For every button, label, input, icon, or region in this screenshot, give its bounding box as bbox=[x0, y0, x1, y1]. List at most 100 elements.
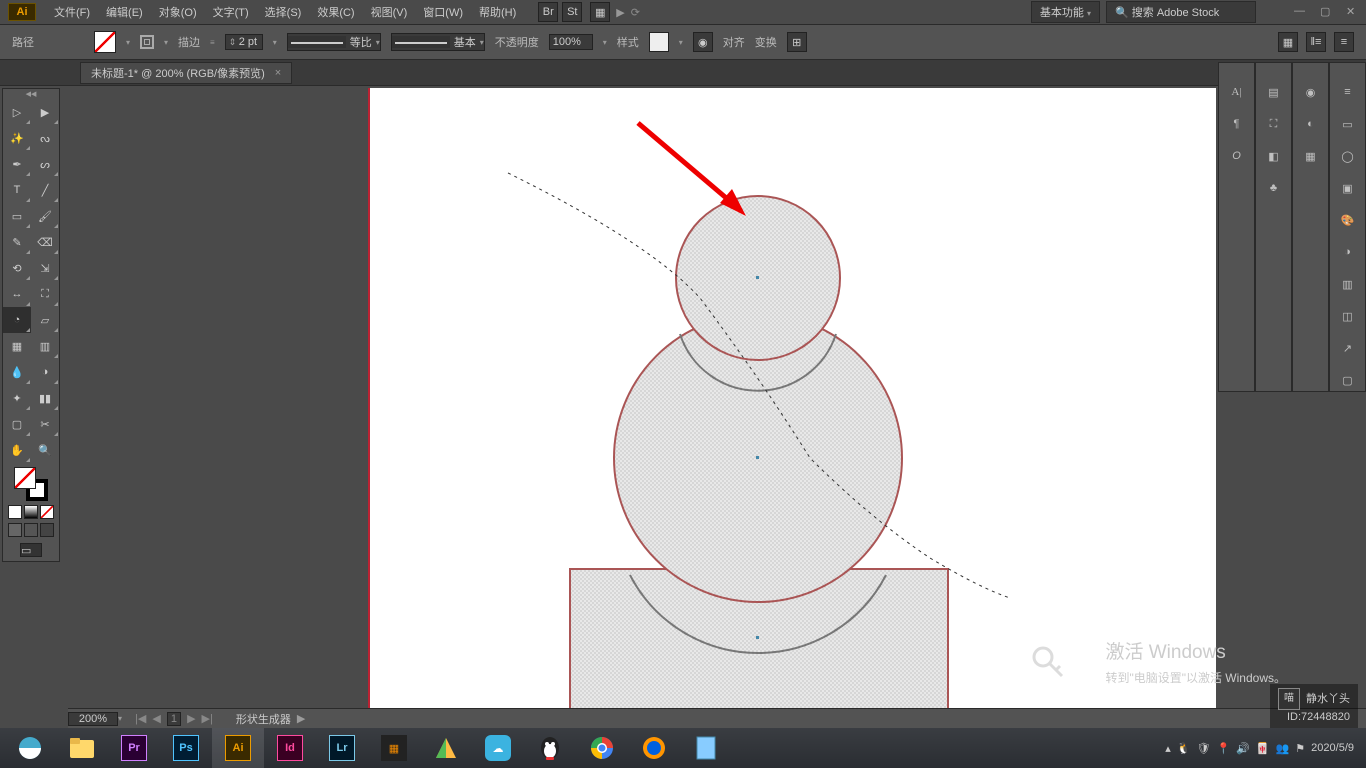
artboard-tool[interactable]: ▢ bbox=[3, 411, 31, 437]
tray-shield-icon[interactable]: 🛡 bbox=[1197, 742, 1211, 755]
tray-date[interactable]: 2020/5/9 bbox=[1311, 742, 1354, 754]
stroke-menu-chevron[interactable]: ≡ bbox=[210, 38, 215, 47]
transparency-panel-icon[interactable]: ◫ bbox=[1337, 305, 1359, 327]
hand-tool[interactable]: ✋ bbox=[3, 437, 31, 463]
taskbar-media[interactable]: ▦ bbox=[368, 728, 420, 768]
tray-pin-icon[interactable]: 📍 bbox=[1216, 742, 1230, 755]
taskbar-photoshop[interactable]: Ps bbox=[160, 728, 212, 768]
align-link[interactable]: 对齐 bbox=[723, 34, 745, 50]
color-panel-icon[interactable]: 🎨 bbox=[1337, 209, 1359, 231]
align-panel-icon[interactable]: ‖≡ bbox=[1306, 32, 1326, 52]
grid-icon[interactable]: ▦ bbox=[1278, 32, 1298, 52]
menu-view[interactable]: 视图(V) bbox=[363, 0, 416, 24]
stroke-panel-icon[interactable]: ◑ bbox=[1337, 241, 1359, 263]
taskbar-indesign[interactable]: Id bbox=[264, 728, 316, 768]
menu-file[interactable]: 文件(F) bbox=[46, 0, 98, 24]
stock-search[interactable]: 🔍 搜索 Adobe Stock bbox=[1106, 1, 1256, 23]
taskbar-notes[interactable] bbox=[680, 728, 732, 768]
artboards-panel-icon[interactable]: ▢ bbox=[1337, 369, 1359, 391]
screen-mode[interactable]: ▭ bbox=[20, 543, 42, 557]
align-panel-icon2[interactable]: ▤ bbox=[1263, 81, 1285, 103]
workspace-switcher[interactable]: 基本功能 ▾ bbox=[1031, 1, 1100, 23]
isolate-icon[interactable]: ⊞ bbox=[787, 32, 807, 52]
system-tray[interactable]: ▴ 🐧 🛡 📍 🔊 🀄 👥 ⚑ 2020/5/9 bbox=[1165, 742, 1362, 755]
menu-object[interactable]: 对象(O) bbox=[151, 0, 205, 24]
properties-panel-icon[interactable]: ≡ bbox=[1337, 81, 1359, 103]
pen-tool[interactable]: ✒ bbox=[3, 151, 31, 177]
gradient-panel-icon[interactable]: ▥ bbox=[1337, 273, 1359, 295]
opacity-input[interactable]: 100% bbox=[549, 34, 593, 50]
fill-color[interactable] bbox=[14, 467, 36, 489]
taskbar-app1[interactable] bbox=[420, 728, 472, 768]
gpu-icon[interactable]: ▶ bbox=[616, 6, 624, 19]
character-panel-icon[interactable]: A| bbox=[1226, 81, 1248, 103]
menu-effect[interactable]: 效果(C) bbox=[309, 0, 362, 24]
paragraph-panel-icon[interactable]: ¶ bbox=[1226, 113, 1248, 135]
cc-libraries-icon[interactable]: ◉ bbox=[1300, 81, 1322, 103]
layers-panel-icon[interactable]: ▭ bbox=[1337, 113, 1359, 135]
curvature-tool[interactable]: ᔕ bbox=[31, 151, 59, 177]
slice-tool[interactable]: ✂ bbox=[31, 411, 59, 437]
mesh-tool[interactable]: ▦ bbox=[3, 333, 31, 359]
swatches-panel-icon[interactable]: ▦ bbox=[1300, 145, 1322, 167]
mini-swatch-fill[interactable] bbox=[8, 505, 22, 519]
free-transform-tool[interactable]: ⛶ bbox=[31, 281, 59, 307]
graphic-styles-icon[interactable]: ▣ bbox=[1337, 177, 1359, 199]
fill-stroke-controls[interactable]: ▭ bbox=[3, 463, 59, 561]
width-tool[interactable]: ↔ bbox=[3, 281, 31, 307]
perspective-tool[interactable]: ▱ bbox=[31, 307, 59, 333]
document-tab[interactable]: 未标题-1* @ 200% (RGB/像素预览) × bbox=[80, 62, 292, 84]
draw-inside[interactable] bbox=[40, 523, 54, 537]
direct-selection-tool[interactable]: ▶ bbox=[31, 99, 59, 125]
style-swatch[interactable] bbox=[649, 32, 669, 52]
brush-dropdown[interactable]: 基本▾ bbox=[391, 33, 485, 51]
gradient-tool[interactable]: ▥ bbox=[31, 333, 59, 359]
tray-chevron-icon[interactable]: ▴ bbox=[1165, 742, 1171, 755]
symbols-panel-icon[interactable]: ♣ bbox=[1263, 177, 1285, 199]
blend-tool[interactable]: ◑ bbox=[31, 359, 59, 385]
menu-select[interactable]: 选择(S) bbox=[257, 0, 310, 24]
taskbar-lightroom[interactable]: Lr bbox=[316, 728, 368, 768]
eyedropper-tool[interactable]: 💧 bbox=[3, 359, 31, 385]
stock-icon[interactable]: St bbox=[562, 2, 582, 22]
arrange-icon[interactable]: ▦ bbox=[590, 2, 610, 22]
taskbar-qq[interactable] bbox=[524, 728, 576, 768]
eraser-tool[interactable]: ⌫ bbox=[31, 229, 59, 255]
appearance-panel-icon[interactable]: ◯ bbox=[1337, 145, 1359, 167]
fill-swatch[interactable] bbox=[94, 31, 116, 53]
draw-behind[interactable] bbox=[24, 523, 38, 537]
pencil-tool[interactable]: ✎ bbox=[3, 229, 31, 255]
zoom-level[interactable]: 200% bbox=[68, 712, 118, 726]
status-menu-icon[interactable]: ▶ bbox=[297, 712, 305, 725]
rotate-tool[interactable]: ⟲ bbox=[3, 255, 31, 281]
pathfinder-panel-icon[interactable]: ◧ bbox=[1263, 145, 1285, 167]
type-tool[interactable]: T bbox=[3, 177, 31, 203]
close-tab-icon[interactable]: × bbox=[275, 67, 281, 79]
lasso-tool[interactable]: ᔓ bbox=[31, 125, 59, 151]
draw-normal[interactable] bbox=[8, 523, 22, 537]
menu-window[interactable]: 窗口(W) bbox=[415, 0, 471, 24]
close-button[interactable]: ✕ bbox=[1346, 5, 1360, 19]
zoom-chevron[interactable]: ▾ bbox=[118, 714, 122, 723]
taskbar-browser[interactable] bbox=[4, 728, 56, 768]
magic-wand-tool[interactable]: ✨ bbox=[3, 125, 31, 151]
maximize-button[interactable]: ▢ bbox=[1320, 5, 1334, 19]
selection-tool[interactable]: ▷ bbox=[3, 99, 31, 125]
stroke-swatch[interactable] bbox=[140, 35, 154, 49]
brushes-panel-icon[interactable]: ◐ bbox=[1300, 113, 1322, 135]
taskbar-chrome[interactable] bbox=[576, 728, 628, 768]
taskbar-explorer[interactable] bbox=[56, 728, 108, 768]
transform-link[interactable]: 变换 bbox=[755, 34, 777, 50]
tray-qq-icon[interactable]: 🐧 bbox=[1177, 742, 1191, 755]
tray-people-icon[interactable]: 👥 bbox=[1276, 742, 1290, 755]
opentype-panel-icon[interactable]: O bbox=[1226, 145, 1248, 167]
taskbar-app2[interactable]: ☁ bbox=[472, 728, 524, 768]
artboard[interactable] bbox=[368, 88, 1216, 713]
tray-flag-icon[interactable]: ⚑ bbox=[1295, 742, 1305, 755]
rectangle-tool[interactable]: ▭ bbox=[3, 203, 31, 229]
bridge-icon[interactable]: Br bbox=[538, 2, 558, 22]
stroke-weight-input[interactable]: ⇕ 2 pt bbox=[225, 34, 263, 50]
recolor-icon[interactable]: ◉ bbox=[693, 32, 713, 52]
canvas-area[interactable] bbox=[68, 88, 1216, 713]
asset-export-icon[interactable]: ↗ bbox=[1337, 337, 1359, 359]
